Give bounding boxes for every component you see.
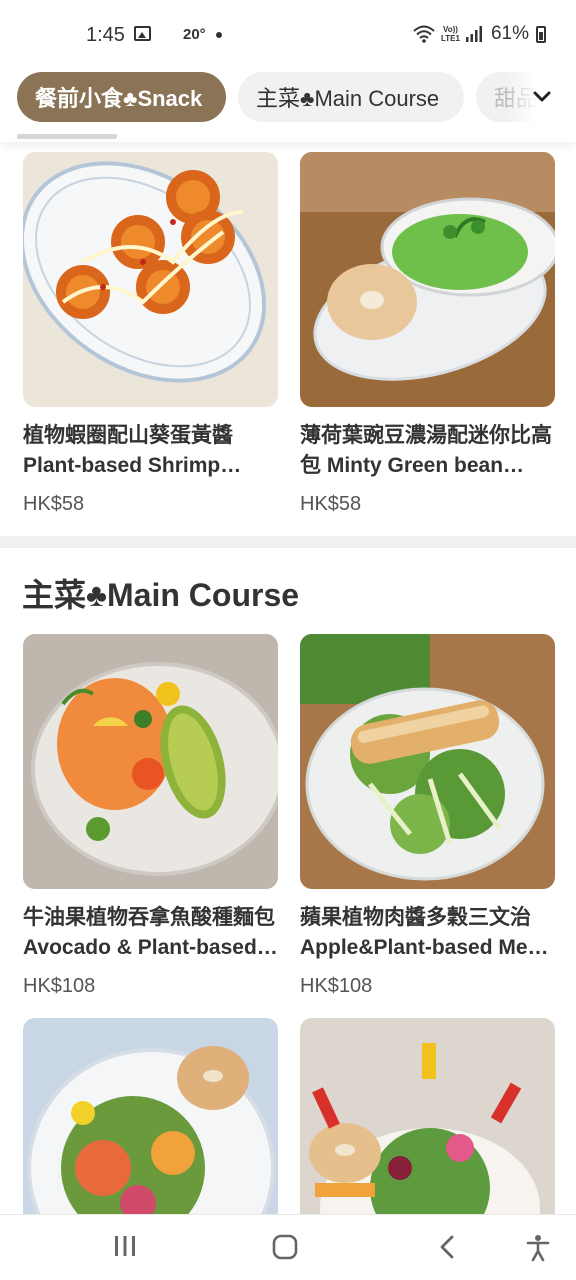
wifi-icon	[413, 25, 435, 43]
status-right-group: Vo)) LTE1 61%	[412, 22, 546, 46]
tab-snack[interactable]: 餐前小食♣Snack	[17, 72, 226, 122]
system-nav-bar	[0, 1214, 576, 1280]
volte-label-top: Vo))	[443, 25, 458, 34]
menu-item-card[interactable]: 植物蝦圈配山葵蛋黃醬 Plant-based Shrimp Rings with…	[23, 152, 278, 516]
status-temperature: 20°	[183, 26, 206, 43]
menu-item-card[interactable]: 蘋果植物肉醬多穀三文治 Apple&Plant-based Meat Multi…	[300, 634, 555, 998]
volte-icon: Vo)) LTE1	[441, 25, 460, 43]
battery-icon	[536, 25, 546, 43]
battery-percent: 61%	[490, 23, 529, 44]
menu-item-name: 牛油果植物吞拿魚酸種麵包 Avocado & Plant-based Tuna …	[23, 906, 275, 959]
chevron-down-icon	[533, 91, 551, 102]
menu-item-card[interactable]: 牛油果植物吞拿魚酸種麵包 Avocado & Plant-based Tuna …	[23, 634, 278, 998]
category-tab-bar: 餐前小食♣Snack 主菜♣Main Course 甜品	[0, 64, 576, 142]
notification-dot-icon	[216, 32, 222, 38]
menu-item-price: HK$58	[23, 493, 85, 515]
menu-item-price: HK$108	[23, 975, 96, 997]
status-bar: 1:45 20° Vo)) LTE1 61%	[0, 0, 576, 64]
tab-scroll-indicator	[17, 134, 117, 139]
gallery-icon	[134, 26, 151, 41]
tab-main-course[interactable]: 主菜♣Main Course	[238, 72, 464, 122]
more-categories-button[interactable]	[506, 72, 576, 122]
signal-icon	[465, 26, 482, 42]
menu-item-card[interactable]: 薄荷葉豌豆濃湯配迷你比高包 Minty Green bean Soup with…	[300, 152, 555, 516]
recent-apps-icon[interactable]	[113, 1235, 137, 1257]
food-image	[300, 152, 555, 407]
status-time: 1:45	[86, 24, 125, 46]
menu-item-price: HK$108	[300, 975, 373, 997]
back-icon[interactable]	[438, 1235, 456, 1259]
menu-screen: 1:45 20° Vo)) LTE1 61% 餐前小食♣Snack 主菜♣Mai…	[0, 0, 576, 1280]
menu-item-name: 植物蝦圈配山葵蛋黃醬 Plant-based Shrimp Rings with…	[23, 424, 233, 477]
menu-item-price: HK$58	[300, 493, 362, 515]
food-image	[23, 152, 278, 407]
menu-item-name: 薄荷葉豌豆濃湯配迷你比高包 Minty Green bean Soup with…	[300, 424, 552, 477]
food-image	[300, 634, 555, 889]
menu-item-name: 蘋果植物肉醬多穀三文治 Apple&Plant-based Meat Multi…	[300, 906, 547, 959]
accessibility-icon[interactable]	[526, 1234, 550, 1262]
home-icon[interactable]	[272, 1234, 298, 1260]
food-image	[23, 634, 278, 889]
section-divider	[0, 536, 576, 548]
section-title: 主菜♣Main Course	[22, 577, 300, 613]
volte-label-bottom: LTE1	[441, 34, 460, 43]
